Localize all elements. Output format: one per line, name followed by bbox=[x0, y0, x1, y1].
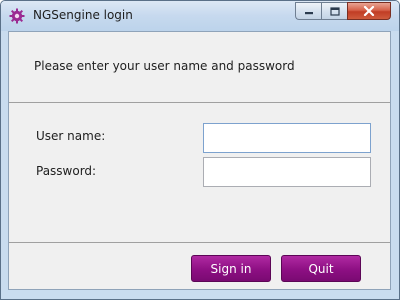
gear-icon bbox=[9, 8, 25, 24]
minimize-button[interactable] bbox=[295, 2, 321, 20]
window-title: NGSengine login bbox=[33, 8, 133, 22]
password-input[interactable] bbox=[203, 157, 371, 187]
login-panel: Please enter your user name and password… bbox=[8, 31, 391, 290]
username-input[interactable] bbox=[203, 123, 371, 153]
maximize-icon bbox=[329, 6, 340, 16]
maximize-button[interactable] bbox=[321, 2, 347, 20]
header-divider bbox=[9, 102, 390, 103]
footer-divider bbox=[9, 242, 390, 243]
username-label: User name: bbox=[36, 129, 106, 143]
minimize-icon bbox=[304, 12, 313, 15]
sign-in-button[interactable]: Sign in bbox=[191, 255, 271, 282]
quit-button[interactable]: Quit bbox=[281, 255, 361, 282]
login-window: NGSengine login Please enter your user n… bbox=[0, 0, 400, 300]
password-label: Password: bbox=[36, 164, 97, 178]
header-panel: Please enter your user name and password bbox=[9, 32, 390, 102]
close-button[interactable] bbox=[347, 2, 391, 20]
caption-buttons bbox=[295, 2, 391, 20]
close-icon bbox=[363, 6, 375, 16]
title-bar[interactable]: NGSengine login bbox=[1, 1, 399, 31]
login-prompt: Please enter your user name and password bbox=[34, 59, 295, 73]
